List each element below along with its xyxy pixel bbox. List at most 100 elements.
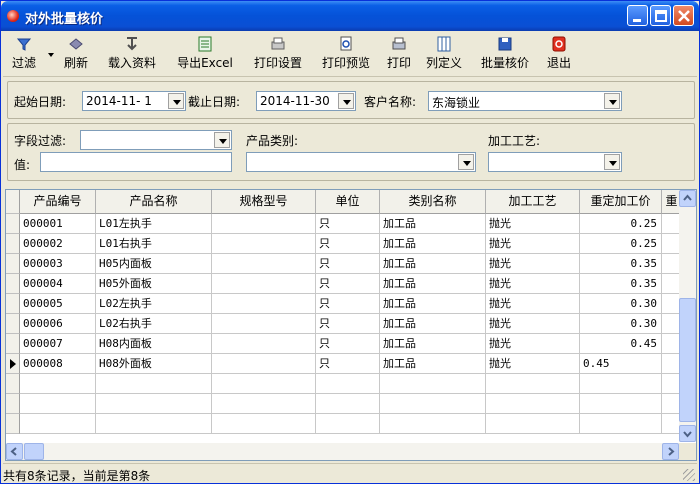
- table-cell[interactable]: 抛光: [486, 354, 580, 374]
- empty-cell[interactable]: [486, 414, 580, 434]
- empty-cell[interactable]: [20, 414, 96, 434]
- header-category-name[interactable]: 类别名称: [380, 190, 486, 214]
- empty-cell[interactable]: [96, 394, 212, 414]
- table-cell[interactable]: H08内面板: [96, 334, 212, 354]
- field-filter-dropdown-icon[interactable]: [214, 132, 230, 148]
- batch-pricing-button[interactable]: 批量核价: [475, 35, 535, 75]
- empty-cell[interactable]: [580, 414, 662, 434]
- empty-cell[interactable]: [212, 414, 316, 434]
- scroll-down-button[interactable]: [679, 425, 696, 442]
- row-header[interactable]: [6, 214, 20, 234]
- table-cell[interactable]: 抛光: [486, 214, 580, 234]
- row-header[interactable]: [6, 414, 20, 434]
- print-settings-button[interactable]: 打印设置: [247, 35, 309, 75]
- table-cell[interactable]: 加工品: [380, 294, 486, 314]
- table-cell[interactable]: 0.45: [580, 334, 662, 354]
- table-cell[interactable]: 000004: [20, 274, 96, 294]
- table-cell[interactable]: 0.25: [580, 234, 662, 254]
- table-cell[interactable]: 抛光: [486, 234, 580, 254]
- empty-cell[interactable]: [20, 394, 96, 414]
- header-spec-model[interactable]: 规格型号: [212, 190, 316, 214]
- column-define-button[interactable]: 列定义: [421, 35, 467, 75]
- table-cell[interactable]: 加工品: [380, 274, 486, 294]
- table-cell[interactable]: 000007: [20, 334, 96, 354]
- row-header[interactable]: [6, 234, 20, 254]
- table-cell[interactable]: [212, 274, 316, 294]
- scroll-right-button[interactable]: [662, 443, 679, 460]
- empty-cell[interactable]: [316, 394, 380, 414]
- empty-cell[interactable]: [486, 374, 580, 394]
- table-cell[interactable]: 抛光: [486, 334, 580, 354]
- table-cell[interactable]: 加工品: [380, 254, 486, 274]
- empty-cell[interactable]: [486, 394, 580, 414]
- row-header[interactable]: [6, 394, 20, 414]
- table-cell[interactable]: 0.35: [580, 274, 662, 294]
- row-header[interactable]: [6, 314, 20, 334]
- table-cell[interactable]: 加工品: [380, 334, 486, 354]
- empty-cell[interactable]: [380, 394, 486, 414]
- customer-dropdown-icon[interactable]: [604, 93, 620, 109]
- customer-select[interactable]: 东海锁业: [428, 91, 622, 111]
- table-cell[interactable]: 抛光: [486, 294, 580, 314]
- table-cell[interactable]: [212, 314, 316, 334]
- scroll-left-button[interactable]: [6, 443, 23, 460]
- table-cell[interactable]: 抛光: [486, 254, 580, 274]
- row-header[interactable]: [6, 334, 20, 354]
- table-cell[interactable]: [212, 254, 316, 274]
- row-header[interactable]: [6, 294, 20, 314]
- data-grid[interactable]: 产品编号 产品名称 规格型号 单位 类别名称 加工工艺 重定加工价重 000001 L01左执手…: [5, 189, 697, 461]
- value-input[interactable]: [40, 152, 232, 172]
- empty-cell[interactable]: [580, 394, 662, 414]
- table-cell[interactable]: [212, 354, 316, 374]
- row-header[interactable]: [6, 374, 20, 394]
- table-cell[interactable]: 000006: [20, 314, 96, 334]
- process-select[interactable]: [488, 152, 622, 172]
- table-cell[interactable]: 抛光: [486, 314, 580, 334]
- category-select[interactable]: [246, 152, 476, 172]
- row-header[interactable]: [6, 354, 20, 374]
- filter-dropdown-arrow[interactable]: [48, 53, 54, 57]
- table-cell[interactable]: 只: [316, 294, 380, 314]
- table-cell[interactable]: 只: [316, 254, 380, 274]
- table-cell[interactable]: 加工品: [380, 234, 486, 254]
- minimize-button[interactable]: [627, 5, 648, 26]
- print-preview-button[interactable]: 打印预览: [315, 35, 377, 75]
- header-unit[interactable]: 单位: [316, 190, 380, 214]
- table-cell[interactable]: [212, 214, 316, 234]
- table-cell[interactable]: 只: [316, 234, 380, 254]
- table-cell[interactable]: H05外面板: [96, 274, 212, 294]
- row-header[interactable]: [6, 274, 20, 294]
- table-cell[interactable]: 加工品: [380, 354, 486, 374]
- vertical-scrollbar[interactable]: [679, 190, 696, 442]
- empty-cell[interactable]: [380, 374, 486, 394]
- table-cell[interactable]: 0.30: [580, 314, 662, 334]
- table-cell[interactable]: [212, 234, 316, 254]
- header-process[interactable]: 加工工艺: [486, 190, 580, 214]
- exit-button[interactable]: 退出: [543, 35, 575, 75]
- table-cell[interactable]: 只: [316, 214, 380, 234]
- table-cell[interactable]: 0.25: [580, 214, 662, 234]
- table-cell[interactable]: L02右执手: [96, 314, 212, 334]
- start-date-dropdown-icon[interactable]: [168, 93, 184, 109]
- export-excel-button[interactable]: 导出Excel: [171, 35, 239, 75]
- table-cell[interactable]: 0.35: [580, 254, 662, 274]
- process-dropdown-icon[interactable]: [604, 154, 620, 170]
- empty-cell[interactable]: [212, 374, 316, 394]
- table-cell[interactable]: L01左执手: [96, 214, 212, 234]
- category-dropdown-icon[interactable]: [458, 154, 474, 170]
- print-button[interactable]: 打印: [383, 35, 415, 75]
- header-product-code[interactable]: 产品编号: [20, 190, 96, 214]
- table-cell[interactable]: 加工品: [380, 214, 486, 234]
- empty-cell[interactable]: [580, 374, 662, 394]
- empty-cell[interactable]: [96, 414, 212, 434]
- table-cell[interactable]: 000003: [20, 254, 96, 274]
- table-cell[interactable]: 抛光: [486, 274, 580, 294]
- table-cell[interactable]: [212, 294, 316, 314]
- table-cell[interactable]: 0.30: [580, 294, 662, 314]
- resize-grip[interactable]: [683, 469, 695, 481]
- table-cell[interactable]: H05内面板: [96, 254, 212, 274]
- load-data-button[interactable]: 载入资料: [103, 35, 161, 75]
- table-cell[interactable]: 只: [316, 274, 380, 294]
- table-cell[interactable]: 000001: [20, 214, 96, 234]
- horizontal-scroll-thumb[interactable]: [24, 443, 44, 460]
